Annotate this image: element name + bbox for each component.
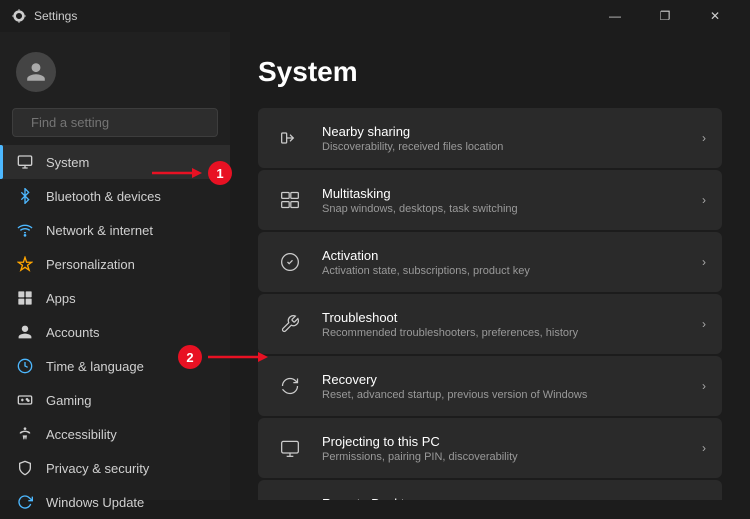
sidebar-item-label: Windows Update: [46, 495, 144, 510]
user-avatar-area: [0, 44, 230, 108]
main-container: System Bluetooth & devices Network & int…: [0, 32, 750, 500]
apps-icon: [16, 289, 34, 307]
settings-list: Nearby sharing Discoverability, received…: [258, 108, 722, 500]
sidebar-item-accounts[interactable]: Accounts: [0, 315, 230, 349]
setting-title: Activation: [322, 248, 686, 263]
sidebar-item-system[interactable]: System: [0, 145, 230, 179]
page-title: System: [258, 56, 722, 88]
recovery-icon: [274, 370, 306, 402]
accessibility-icon: [16, 425, 34, 443]
sidebar-item-label: Time & language: [46, 359, 144, 374]
setting-title: Projecting to this PC: [322, 434, 686, 449]
remote-desktop-icon: [274, 494, 306, 500]
sidebar-item-bluetooth[interactable]: Bluetooth & devices: [0, 179, 230, 213]
sidebar-item-label: Privacy & security: [46, 461, 149, 476]
search-input[interactable]: [31, 115, 207, 130]
setting-desc: Snap windows, desktops, task switching: [322, 203, 686, 215]
sidebar-item-network[interactable]: Network & internet: [0, 213, 230, 247]
sidebar: System Bluetooth & devices Network & int…: [0, 32, 230, 500]
chevron-right-icon: ›: [702, 193, 706, 207]
gaming-icon: [16, 391, 34, 409]
accounts-icon: [16, 323, 34, 341]
setting-item-multitasking[interactable]: Multitasking Snap windows, desktops, tas…: [258, 170, 722, 230]
activation-icon: [274, 246, 306, 278]
setting-desc: Discoverability, received files location: [322, 141, 686, 153]
titlebar-left: Settings: [12, 9, 77, 23]
setting-title: Nearby sharing: [322, 124, 686, 139]
setting-item-recovery[interactable]: Recovery Reset, advanced startup, previo…: [258, 356, 722, 416]
setting-item-troubleshoot[interactable]: Troubleshoot Recommended troubleshooters…: [258, 294, 722, 354]
troubleshoot-icon: [274, 308, 306, 340]
sidebar-item-label: System: [46, 155, 89, 170]
setting-item-activation[interactable]: Activation Activation state, subscriptio…: [258, 232, 722, 292]
content-area: System Nearby sharing Discoverability, r…: [230, 32, 750, 500]
sidebar-item-label: Personalization: [46, 257, 135, 272]
personalization-icon: [16, 255, 34, 273]
sidebar-item-personalization[interactable]: Personalization: [0, 247, 230, 281]
nearby-sharing-icon: [274, 122, 306, 154]
setting-title: Remote Desktop: [322, 496, 686, 501]
sidebar-item-label: Accessibility: [46, 427, 117, 442]
chevron-right-icon: ›: [702, 317, 706, 331]
sidebar-item-label: Apps: [46, 291, 76, 306]
sidebar-item-label: Bluetooth & devices: [46, 189, 161, 204]
setting-desc: Permissions, pairing PIN, discoverabilit…: [322, 451, 686, 463]
multitasking-icon: [274, 184, 306, 216]
update-icon: [16, 493, 34, 511]
sidebar-item-privacy[interactable]: Privacy & security: [0, 451, 230, 485]
nav-list: System Bluetooth & devices Network & int…: [0, 145, 230, 519]
chevron-right-icon: ›: [702, 441, 706, 455]
avatar: [16, 52, 56, 92]
setting-title: Troubleshoot: [322, 310, 686, 325]
sidebar-item-apps[interactable]: Apps: [0, 281, 230, 315]
chevron-right-icon: ›: [702, 255, 706, 269]
titlebar: Settings — ❐ ✕: [0, 0, 750, 32]
setting-item-projecting[interactable]: Projecting to this PC Permissions, pairi…: [258, 418, 722, 478]
chevron-right-icon: ›: [702, 379, 706, 393]
system-icon: [16, 153, 34, 171]
setting-desc: Recommended troubleshooters, preferences…: [322, 327, 686, 339]
bluetooth-icon: [16, 187, 34, 205]
projecting-icon: [274, 432, 306, 464]
titlebar-controls: — ❐ ✕: [592, 0, 738, 32]
setting-title: Multitasking: [322, 186, 686, 201]
sidebar-item-label: Accounts: [46, 325, 99, 340]
sidebar-item-accessibility[interactable]: Accessibility: [0, 417, 230, 451]
close-button[interactable]: ✕: [692, 0, 738, 32]
setting-desc: Activation state, subscriptions, product…: [322, 265, 686, 277]
time-icon: [16, 357, 34, 375]
privacy-icon: [16, 459, 34, 477]
setting-item-nearby-sharing[interactable]: Nearby sharing Discoverability, received…: [258, 108, 722, 168]
setting-title: Recovery: [322, 372, 686, 387]
sidebar-item-update[interactable]: Windows Update: [0, 485, 230, 519]
chevron-right-icon: ›: [702, 131, 706, 145]
network-icon: [16, 221, 34, 239]
sidebar-item-label: Network & internet: [46, 223, 153, 238]
setting-item-remote-desktop[interactable]: Remote Desktop Remote Desktop users, con…: [258, 480, 722, 500]
sidebar-item-label: Gaming: [46, 393, 92, 408]
settings-app-icon: [12, 9, 26, 23]
minimize-button[interactable]: —: [592, 0, 638, 32]
search-box[interactable]: [12, 108, 218, 137]
maximize-button[interactable]: ❐: [642, 0, 688, 32]
user-icon: [25, 61, 47, 83]
setting-desc: Reset, advanced startup, previous versio…: [322, 389, 686, 401]
sidebar-item-gaming[interactable]: Gaming: [0, 383, 230, 417]
sidebar-item-time[interactable]: Time & language: [0, 349, 230, 383]
titlebar-title: Settings: [34, 9, 77, 23]
